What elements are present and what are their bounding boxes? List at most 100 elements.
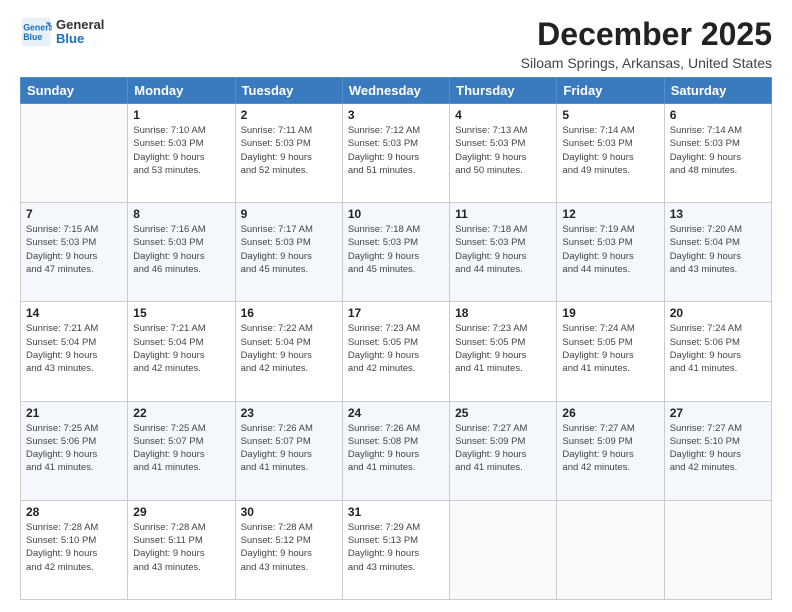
calendar-cell: 23 Sunrise: 7:26 AM Sunset: 5:07 PM Dayli…: [235, 401, 342, 500]
calendar-cell: 18 Sunrise: 7:23 AM Sunset: 5:05 PM Dayli…: [450, 302, 557, 401]
weekday-header: Saturday: [664, 78, 771, 104]
day-number: 31: [348, 505, 444, 519]
day-number: 18: [455, 306, 551, 320]
calendar-cell: 9 Sunrise: 7:17 AM Sunset: 5:03 PM Daylig…: [235, 203, 342, 302]
day-info: Sunrise: 7:27 AM Sunset: 5:09 PM Dayligh…: [562, 422, 658, 475]
day-number: 4: [455, 108, 551, 122]
day-number: 23: [241, 406, 337, 420]
day-info: Sunrise: 7:11 AM Sunset: 5:03 PM Dayligh…: [241, 124, 337, 177]
day-number: 6: [670, 108, 766, 122]
day-info: Sunrise: 7:22 AM Sunset: 5:04 PM Dayligh…: [241, 322, 337, 375]
day-number: 27: [670, 406, 766, 420]
calendar-cell: 10 Sunrise: 7:18 AM Sunset: 5:03 PM Dayli…: [342, 203, 449, 302]
calendar-cell: 31 Sunrise: 7:29 AM Sunset: 5:13 PM Dayli…: [342, 500, 449, 599]
day-number: 5: [562, 108, 658, 122]
day-number: 9: [241, 207, 337, 221]
title-area: December 2025 Siloam Springs, Arkansas, …: [521, 16, 772, 71]
day-info: Sunrise: 7:17 AM Sunset: 5:03 PM Dayligh…: [241, 223, 337, 276]
day-number: 10: [348, 207, 444, 221]
calendar-cell: 12 Sunrise: 7:19 AM Sunset: 5:03 PM Dayli…: [557, 203, 664, 302]
weekday-header: Monday: [128, 78, 235, 104]
calendar-cell: 7Sunrise: 7:15 AM Sunset: 5:03 PM Daylig…: [21, 203, 128, 302]
calendar-week-row: 21 Sunrise: 7:25 AM Sunset: 5:06 PM Dayli…: [21, 401, 772, 500]
day-info: Sunrise: 7:24 AM Sunset: 5:06 PM Dayligh…: [670, 322, 766, 375]
day-number: 26: [562, 406, 658, 420]
calendar-cell: [21, 104, 128, 203]
day-number: 24: [348, 406, 444, 420]
calendar-cell: [557, 500, 664, 599]
day-info: Sunrise: 7:19 AM Sunset: 5:03 PM Dayligh…: [562, 223, 658, 276]
day-number: 15: [133, 306, 229, 320]
day-info: Sunrise: 7:28 AM Sunset: 5:12 PM Dayligh…: [241, 521, 337, 574]
calendar-week-row: 14 Sunrise: 7:21 AM Sunset: 5:04 PM Dayli…: [21, 302, 772, 401]
calendar-week-row: 7Sunrise: 7:15 AM Sunset: 5:03 PM Daylig…: [21, 203, 772, 302]
day-info: Sunrise: 7:10 AM Sunset: 5:03 PM Dayligh…: [133, 124, 229, 177]
day-info: Sunrise: 7:26 AM Sunset: 5:08 PM Dayligh…: [348, 422, 444, 475]
calendar-cell: 17 Sunrise: 7:23 AM Sunset: 5:05 PM Dayli…: [342, 302, 449, 401]
calendar-cell: [664, 500, 771, 599]
calendar-cell: 29Sunrise: 7:28 AM Sunset: 5:11 PM Dayli…: [128, 500, 235, 599]
day-number: 17: [348, 306, 444, 320]
day-info: Sunrise: 7:26 AM Sunset: 5:07 PM Dayligh…: [241, 422, 337, 475]
day-info: Sunrise: 7:23 AM Sunset: 5:05 PM Dayligh…: [455, 322, 551, 375]
day-info: Sunrise: 7:14 AM Sunset: 5:03 PM Dayligh…: [670, 124, 766, 177]
day-info: Sunrise: 7:23 AM Sunset: 5:05 PM Dayligh…: [348, 322, 444, 375]
day-info: Sunrise: 7:18 AM Sunset: 5:03 PM Dayligh…: [348, 223, 444, 276]
calendar-cell: 2 Sunrise: 7:11 AM Sunset: 5:03 PM Daylig…: [235, 104, 342, 203]
page-title: December 2025: [521, 16, 772, 53]
page: General Blue General Blue December 2025 …: [0, 0, 792, 612]
calendar-cell: 21 Sunrise: 7:25 AM Sunset: 5:06 PM Dayli…: [21, 401, 128, 500]
day-info: Sunrise: 7:24 AM Sunset: 5:05 PM Dayligh…: [562, 322, 658, 375]
calendar-cell: 16 Sunrise: 7:22 AM Sunset: 5:04 PM Dayli…: [235, 302, 342, 401]
logo-text-line2: Blue: [56, 32, 104, 46]
calendar-cell: 28Sunrise: 7:28 AM Sunset: 5:10 PM Dayli…: [21, 500, 128, 599]
calendar-cell: 4Sunrise: 7:13 AM Sunset: 5:03 PM Daylig…: [450, 104, 557, 203]
day-number: 20: [670, 306, 766, 320]
day-info: Sunrise: 7:27 AM Sunset: 5:10 PM Dayligh…: [670, 422, 766, 475]
day-info: Sunrise: 7:12 AM Sunset: 5:03 PM Dayligh…: [348, 124, 444, 177]
day-number: 11: [455, 207, 551, 221]
day-number: 14: [26, 306, 122, 320]
day-info: Sunrise: 7:20 AM Sunset: 5:04 PM Dayligh…: [670, 223, 766, 276]
page-subtitle: Siloam Springs, Arkansas, United States: [521, 55, 772, 71]
day-info: Sunrise: 7:25 AM Sunset: 5:07 PM Dayligh…: [133, 422, 229, 475]
day-number: 21: [26, 406, 122, 420]
day-number: 16: [241, 306, 337, 320]
calendar-cell: 19 Sunrise: 7:24 AM Sunset: 5:05 PM Dayli…: [557, 302, 664, 401]
weekday-header: Sunday: [21, 78, 128, 104]
day-info: Sunrise: 7:25 AM Sunset: 5:06 PM Dayligh…: [26, 422, 122, 475]
calendar-week-row: 28Sunrise: 7:28 AM Sunset: 5:10 PM Dayli…: [21, 500, 772, 599]
logo: General Blue General Blue: [20, 16, 104, 48]
day-info: Sunrise: 7:29 AM Sunset: 5:13 PM Dayligh…: [348, 521, 444, 574]
calendar-cell: 22 Sunrise: 7:25 AM Sunset: 5:07 PM Dayli…: [128, 401, 235, 500]
day-number: 22: [133, 406, 229, 420]
calendar-cell: 5Sunrise: 7:14 AM Sunset: 5:03 PM Daylig…: [557, 104, 664, 203]
calendar-cell: [450, 500, 557, 599]
calendar-cell: 1 Sunrise: 7:10 AM Sunset: 5:03 PM Daylig…: [128, 104, 235, 203]
calendar-cell: 24 Sunrise: 7:26 AM Sunset: 5:08 PM Dayli…: [342, 401, 449, 500]
weekday-header: Wednesday: [342, 78, 449, 104]
day-number: 8: [133, 207, 229, 221]
calendar-cell: 11Sunrise: 7:18 AM Sunset: 5:03 PM Dayli…: [450, 203, 557, 302]
day-number: 12: [562, 207, 658, 221]
logo-icon: General Blue: [20, 16, 52, 48]
day-info: Sunrise: 7:28 AM Sunset: 5:10 PM Dayligh…: [26, 521, 122, 574]
logo-text-line1: General: [56, 18, 104, 32]
day-info: Sunrise: 7:27 AM Sunset: 5:09 PM Dayligh…: [455, 422, 551, 475]
day-number: 1: [133, 108, 229, 122]
day-info: Sunrise: 7:15 AM Sunset: 5:03 PM Dayligh…: [26, 223, 122, 276]
day-number: 25: [455, 406, 551, 420]
calendar-header-row: SundayMondayTuesdayWednesdayThursdayFrid…: [21, 78, 772, 104]
calendar-cell: 26 Sunrise: 7:27 AM Sunset: 5:09 PM Dayli…: [557, 401, 664, 500]
day-info: Sunrise: 7:16 AM Sunset: 5:03 PM Dayligh…: [133, 223, 229, 276]
calendar-cell: 6 Sunrise: 7:14 AM Sunset: 5:03 PM Daylig…: [664, 104, 771, 203]
calendar-cell: 20 Sunrise: 7:24 AM Sunset: 5:06 PM Dayli…: [664, 302, 771, 401]
calendar-cell: 15Sunrise: 7:21 AM Sunset: 5:04 PM Dayli…: [128, 302, 235, 401]
day-number: 2: [241, 108, 337, 122]
day-number: 19: [562, 306, 658, 320]
weekday-header: Friday: [557, 78, 664, 104]
calendar-cell: 8 Sunrise: 7:16 AM Sunset: 5:03 PM Daylig…: [128, 203, 235, 302]
day-info: Sunrise: 7:21 AM Sunset: 5:04 PM Dayligh…: [26, 322, 122, 375]
calendar-cell: 27 Sunrise: 7:27 AM Sunset: 5:10 PM Dayli…: [664, 401, 771, 500]
calendar-cell: 13Sunrise: 7:20 AM Sunset: 5:04 PM Dayli…: [664, 203, 771, 302]
